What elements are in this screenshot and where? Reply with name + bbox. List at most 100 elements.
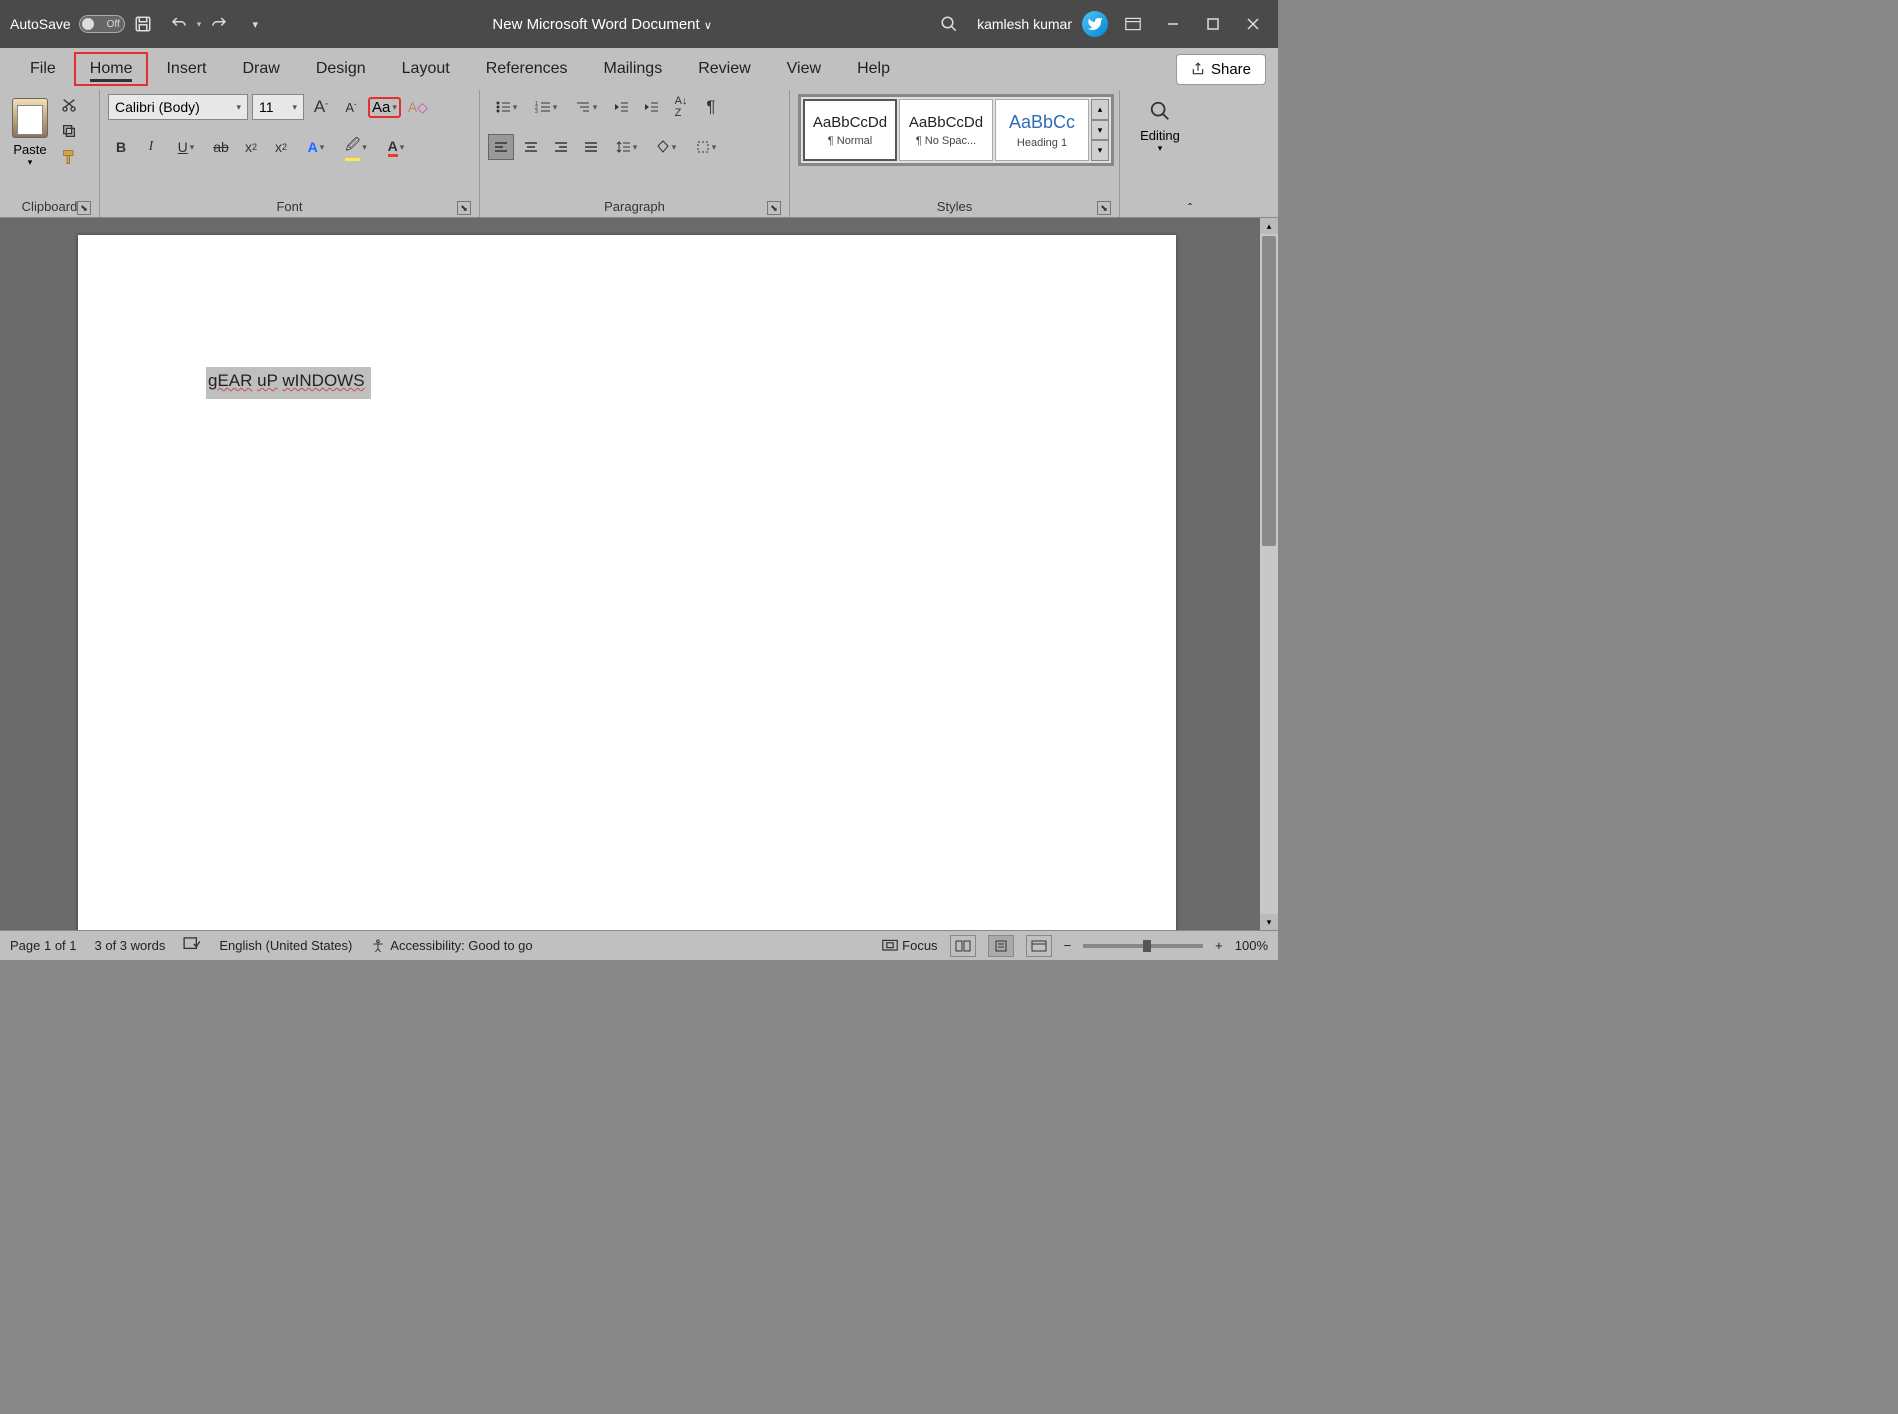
grow-font-icon[interactable]: Aˆ — [308, 94, 334, 120]
borders-button[interactable]: ▾ — [688, 134, 724, 160]
tab-design[interactable]: Design — [298, 52, 384, 86]
maximize-icon[interactable] — [1198, 9, 1228, 39]
paste-button[interactable]: Paste ▾ — [8, 94, 52, 172]
ribbon-tabs: File Home Insert Draw Design Layout Refe… — [0, 48, 1278, 90]
shrink-font-icon[interactable]: Aˇ — [338, 94, 364, 120]
group-paragraph-label: Paragraph⬊ — [488, 196, 781, 217]
minimize-icon[interactable] — [1158, 9, 1188, 39]
group-clipboard-label: Clipboard⬊ — [8, 196, 91, 217]
bullets-button[interactable]: ▾ — [488, 94, 524, 120]
increase-indent-button[interactable] — [638, 94, 664, 120]
status-page[interactable]: Page 1 of 1 — [10, 938, 77, 953]
redo-icon[interactable] — [207, 12, 231, 36]
save-icon[interactable] — [131, 12, 155, 36]
copy-icon[interactable] — [58, 120, 80, 142]
group-font-label: Font⬊ — [108, 196, 471, 217]
status-spellcheck-icon[interactable] — [183, 937, 201, 954]
close-icon[interactable] — [1238, 9, 1268, 39]
paragraph-launcher[interactable]: ⬊ — [767, 201, 781, 215]
search-icon[interactable] — [937, 12, 961, 36]
highlight-button[interactable]: 🖉▾ — [338, 134, 374, 160]
styles-expand[interactable]: ▾ — [1091, 140, 1109, 161]
styles-scroll-down[interactable]: ▾ — [1091, 120, 1109, 141]
title-bar: AutoSave Off ▾ ▾ New Microsoft Word Docu… — [0, 0, 1278, 48]
align-center-button[interactable] — [518, 134, 544, 160]
page[interactable]: gEAR uP wINDOWS — [78, 235, 1176, 930]
editing-button[interactable]: Editing ▾ — [1130, 94, 1190, 160]
font-color-button[interactable]: A▾ — [378, 134, 414, 160]
tab-review[interactable]: Review — [680, 52, 768, 86]
autosave-label: AutoSave — [10, 16, 71, 32]
tab-view[interactable]: View — [769, 52, 839, 86]
tab-draw[interactable]: Draw — [224, 52, 297, 86]
user-avatar[interactable] — [1082, 11, 1108, 37]
qat-customize-icon[interactable]: ▾ — [243, 12, 267, 36]
superscript-button[interactable]: x2 — [268, 134, 294, 160]
selected-text[interactable]: gEAR uP wINDOWS — [206, 367, 371, 399]
bold-button[interactable]: B — [108, 134, 134, 160]
tab-references[interactable]: References — [468, 52, 586, 86]
cut-icon[interactable] — [58, 94, 80, 116]
shading-button[interactable]: ▾ — [648, 134, 684, 160]
style-heading1[interactable]: AaBbCc Heading 1 — [995, 99, 1089, 161]
clipboard-launcher[interactable]: ⬊ — [77, 201, 91, 215]
status-bar: Page 1 of 1 3 of 3 words English (United… — [0, 930, 1278, 960]
sort-button[interactable]: A↓Z — [668, 94, 694, 120]
italic-button[interactable]: I — [138, 134, 164, 160]
decrease-indent-button[interactable] — [608, 94, 634, 120]
user-name[interactable]: kamlesh kumar — [977, 16, 1072, 32]
vertical-scrollbar[interactable]: ▴ ▾ — [1260, 218, 1278, 930]
font-launcher[interactable]: ⬊ — [457, 201, 471, 215]
multilevel-list-button[interactable]: ▾ — [568, 94, 604, 120]
svg-text:3: 3 — [535, 109, 538, 114]
text-effects-button[interactable]: A▾ — [298, 134, 334, 160]
status-language[interactable]: English (United States) — [219, 938, 352, 953]
tab-home[interactable]: Home — [74, 52, 149, 86]
show-marks-button[interactable]: ¶ — [698, 94, 724, 120]
numbering-button[interactable]: 123▾ — [528, 94, 564, 120]
scroll-up-icon[interactable]: ▴ — [1260, 218, 1278, 234]
collapse-ribbon-icon[interactable]: ˆ — [1188, 201, 1192, 215]
strikethrough-button[interactable]: ab — [208, 134, 234, 160]
tab-file[interactable]: File — [12, 52, 74, 86]
print-layout-icon[interactable] — [988, 935, 1014, 957]
zoom-level[interactable]: 100% — [1235, 938, 1268, 953]
style-normal[interactable]: AaBbCcDd ¶ Normal — [803, 99, 897, 161]
tab-mailings[interactable]: Mailings — [586, 52, 681, 86]
ribbon: Paste ▾ Clipboard⬊ Calibri (Body)▾ 11▾ A… — [0, 90, 1278, 218]
ribbon-mode-icon[interactable] — [1118, 9, 1148, 39]
group-styles-label: Styles⬊ — [798, 196, 1111, 217]
align-right-button[interactable] — [548, 134, 574, 160]
status-accessibility[interactable]: Accessibility: Good to go — [370, 938, 532, 954]
align-left-button[interactable] — [488, 134, 514, 160]
underline-button[interactable]: U▾ — [168, 134, 204, 160]
scroll-thumb[interactable] — [1262, 236, 1276, 546]
format-painter-icon[interactable] — [58, 146, 80, 168]
zoom-slider[interactable] — [1083, 944, 1203, 948]
font-name-selector[interactable]: Calibri (Body)▾ — [108, 94, 248, 120]
autosave-toggle[interactable]: Off — [79, 15, 125, 33]
zoom-out-button[interactable]: − — [1064, 938, 1072, 953]
tab-help[interactable]: Help — [839, 52, 908, 86]
scroll-down-icon[interactable]: ▾ — [1260, 914, 1278, 930]
styles-scroll-up[interactable]: ▴ — [1091, 99, 1109, 120]
document-area[interactable]: gEAR uP wINDOWS — [0, 218, 1260, 930]
share-button[interactable]: Share — [1176, 54, 1266, 85]
line-spacing-button[interactable]: ▾ — [608, 134, 644, 160]
status-focus[interactable]: Focus — [882, 938, 937, 953]
tab-insert[interactable]: Insert — [148, 52, 224, 86]
status-words[interactable]: 3 of 3 words — [95, 938, 166, 953]
read-mode-icon[interactable] — [950, 935, 976, 957]
zoom-in-button[interactable]: + — [1215, 938, 1223, 953]
undo-icon[interactable] — [167, 12, 191, 36]
style-no-spacing[interactable]: AaBbCcDd ¶ No Spac... — [899, 99, 993, 161]
change-case-button[interactable]: Aa▾ — [368, 97, 401, 118]
subscript-button[interactable]: x2 — [238, 134, 264, 160]
web-layout-icon[interactable] — [1026, 935, 1052, 957]
styles-launcher[interactable]: ⬊ — [1097, 201, 1111, 215]
tab-layout[interactable]: Layout — [384, 52, 468, 86]
document-title[interactable]: New Microsoft Word Document ∨ — [273, 16, 931, 33]
font-size-selector[interactable]: 11▾ — [252, 94, 304, 120]
clear-formatting-icon[interactable]: A◇ — [405, 94, 431, 120]
justify-button[interactable] — [578, 134, 604, 160]
